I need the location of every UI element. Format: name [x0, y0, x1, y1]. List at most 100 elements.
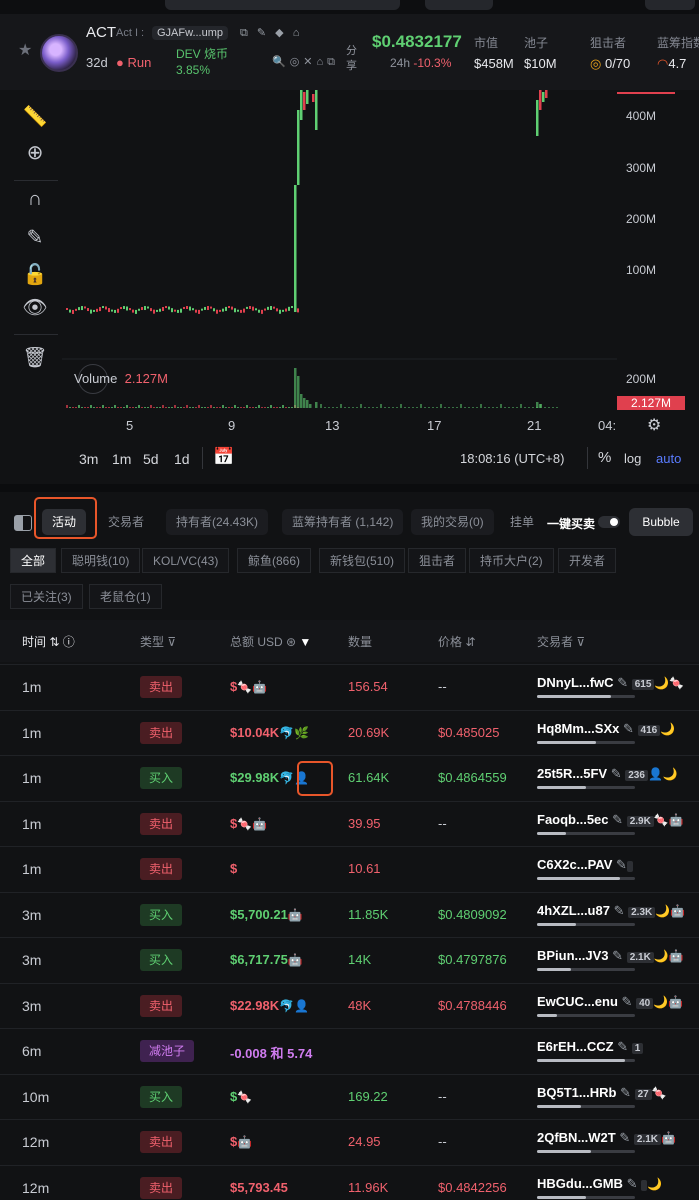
volume-bar: [276, 407, 278, 408]
trader-address[interactable]: Faoqb...5ec ✎ 2.9K 🍬🤖: [537, 812, 684, 828]
trade-type-badge: 卖出: [140, 721, 182, 744]
contract-address[interactable]: GJAFw...ump: [152, 26, 229, 40]
auto-toggle[interactable]: auto: [656, 451, 681, 466]
token-full-name: Act I :: [116, 27, 145, 39]
bubble-button[interactable]: Bubble: [629, 508, 693, 536]
volume-bar: [186, 405, 188, 408]
candle: [297, 308, 299, 313]
volume-bar: [108, 407, 110, 408]
vol-axis-label: 200M: [626, 372, 657, 386]
social-links[interactable]: 🔍◎✕⌂⧉: [272, 55, 339, 69]
filter-insiders[interactable]: 老鼠仓(1): [89, 584, 162, 609]
edit-icon: ✎: [616, 857, 627, 872]
candle: [147, 306, 149, 309]
toggle-pill[interactable]: [425, 0, 493, 10]
volume-bar: [114, 405, 116, 408]
filter-followed[interactable]: 已关注(3): [10, 584, 83, 609]
tab-orders[interactable]: 挂单: [510, 509, 534, 535]
filter-smart-money[interactable]: 聪明钱(10): [61, 548, 141, 573]
favorite-star-icon[interactable]: ★: [18, 40, 32, 60]
volume-bar: [81, 407, 83, 408]
trade-count: [626, 861, 633, 872]
share-button[interactable]: 分享: [346, 44, 360, 74]
tab-holders[interactable]: 持有者(24.43K): [166, 509, 269, 535]
price-chart[interactable]: [62, 90, 617, 410]
trader-address[interactable]: BQ5T1...HRb ✎ 27 🍬: [537, 1085, 667, 1101]
volume-bar: [270, 405, 272, 408]
filter-all[interactable]: 全部: [10, 548, 57, 573]
trader-address[interactable]: 2QfBN...W2T ✎ 2.1K 🤖: [537, 1130, 676, 1146]
timeframe-1m[interactable]: 1m: [112, 451, 131, 467]
tab-my-trades[interactable]: 我的交易(0): [411, 509, 494, 535]
trash-icon[interactable]: 🗑: [22, 345, 48, 370]
header-action-icons[interactable]: ⧉ ✎ ◆ ⌂: [240, 26, 302, 40]
ruler-icon[interactable]: 📏: [22, 104, 48, 129]
trader-address[interactable]: 4hXZL...u87 ✎ 2.3K 🌙🤖: [537, 903, 685, 919]
timeframe-1d[interactable]: 1d: [174, 451, 190, 467]
candle: [545, 90, 548, 98]
log-toggle[interactable]: log: [624, 451, 641, 466]
col-amount[interactable]: 总额 USD ⊛ ▼: [230, 633, 311, 650]
trader-address[interactable]: HBGdu...GMB ✎ 🌙: [537, 1176, 662, 1192]
volume-bar: [165, 407, 167, 408]
trade-count: 1: [631, 1043, 644, 1054]
one-click-switch[interactable]: [598, 516, 620, 528]
tab-activity[interactable]: 活动: [42, 509, 87, 535]
filter-kol[interactable]: KOL/VC(43): [142, 548, 230, 573]
pencil-lock-icon[interactable]: ✎: [22, 225, 48, 250]
unlock-icon[interactable]: 🔓: [22, 262, 48, 287]
col-qty[interactable]: 数量: [348, 633, 372, 650]
panel-toggle-icon[interactable]: [14, 515, 32, 531]
trade-time: 3m: [22, 952, 42, 968]
edit-icon: ✎: [619, 1130, 631, 1145]
volume-bar: [524, 407, 526, 408]
percent-toggle[interactable]: %: [598, 449, 611, 466]
trader-address[interactable]: 25t5R...5FV ✎ 236 👤🌙: [537, 766, 678, 782]
chart-settings-icon[interactable]: ⚙: [647, 415, 661, 435]
magnet-icon[interactable]: ∩: [22, 188, 48, 211]
volume-bar: [300, 394, 303, 408]
timeframe-5d[interactable]: 5d: [143, 451, 159, 467]
trader-address[interactable]: Hq8Mm...SXx ✎ 416 🌙: [537, 721, 675, 737]
trader-address[interactable]: EwCUC...enu ✎ 40 🌙🤖: [537, 994, 683, 1010]
candle: [306, 90, 309, 104]
trade-time: 12m: [22, 1134, 50, 1150]
calendar-icon[interactable]: 📅: [213, 447, 234, 467]
volume-bar: [168, 407, 170, 408]
search-bar[interactable]: [165, 0, 400, 10]
timeframe-3m[interactable]: 3m: [79, 451, 98, 467]
trader-address[interactable]: C6X2c...PAV ✎: [537, 857, 633, 873]
volume-bar: [291, 407, 293, 408]
filter-whales[interactable]: 鲸鱼(866): [237, 548, 312, 573]
filter-developers[interactable]: 开发者: [558, 548, 617, 573]
trader-address[interactable]: BPiun...JV3 ✎ 2.1K 🌙🤖: [537, 948, 684, 964]
candle: [174, 309, 176, 312]
trade-count: 2.1K: [626, 952, 654, 963]
wallet-pill[interactable]: [645, 0, 695, 10]
col-time[interactable]: 时间 ⇅ ⓘ: [22, 633, 75, 650]
col-type[interactable]: 类型 ⊽: [140, 633, 176, 650]
volume-bar: [102, 405, 104, 408]
x-label: 21: [527, 418, 542, 433]
candle: [315, 90, 318, 130]
trade-price: $0.4809092: [438, 906, 507, 922]
filter-new-wallets[interactable]: 新钱包(510): [319, 548, 406, 573]
trade-price: --: [438, 815, 447, 831]
zoom-in-icon[interactable]: ⊕: [22, 140, 48, 165]
trader-address[interactable]: E6rEH...CCZ ✎ 1: [537, 1039, 644, 1055]
col-price[interactable]: 价格 ⇵: [438, 633, 475, 650]
eye-icon[interactable]: 👁: [22, 295, 48, 320]
volume-bar: [285, 407, 287, 408]
trader-address[interactable]: DNnyL...fwC ✎ 615 🌙🍬: [537, 675, 684, 691]
filter-top-holders[interactable]: 持币大户(2): [469, 548, 554, 573]
filter-snipers[interactable]: 狙击者: [408, 548, 467, 573]
col-trader[interactable]: 交易者 ⊽: [537, 633, 585, 650]
volume-bar: [183, 407, 185, 408]
holding-bar: [537, 786, 635, 789]
candle: [126, 306, 128, 311]
candle: [162, 306, 164, 311]
tab-traders[interactable]: 交易者: [98, 509, 154, 535]
trade-qty: 20.69K: [348, 724, 390, 740]
candle: [207, 306, 209, 311]
tab-bluechip-holders[interactable]: 蓝筹持有者 (1,142): [282, 509, 404, 535]
